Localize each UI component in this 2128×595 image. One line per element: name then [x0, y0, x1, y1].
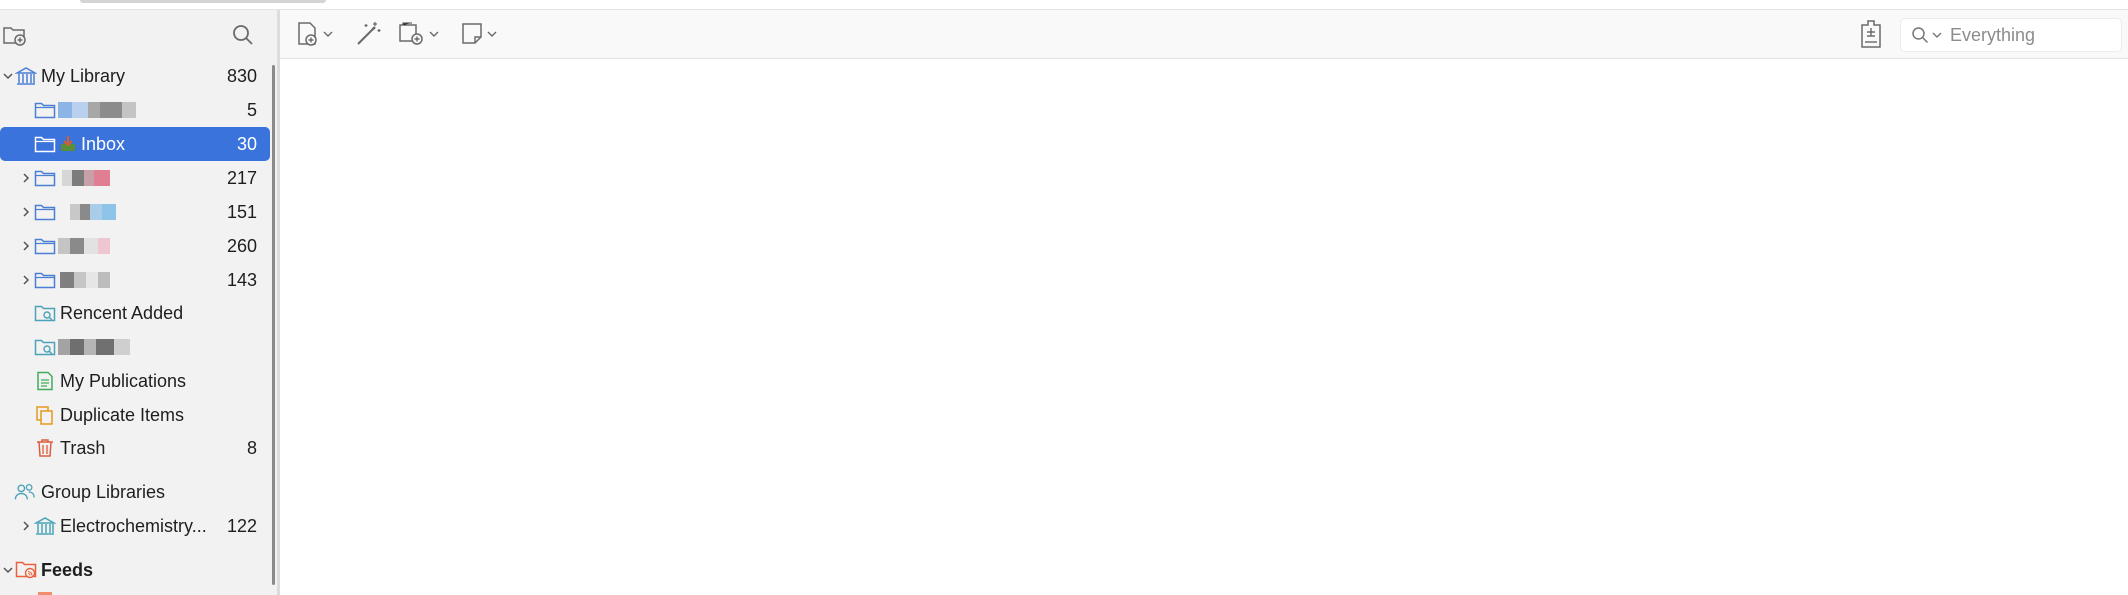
duplicate-items-label: Duplicate Items — [60, 404, 185, 425]
saved-search-item[interactable] — [0, 330, 270, 364]
sync-button[interactable] — [1858, 18, 1884, 50]
group-library-label: Electrochemistry... — [60, 515, 207, 536]
chevron-right-icon[interactable] — [19, 519, 33, 533]
group-library-item[interactable]: Electrochemistry... 122 — [0, 509, 270, 543]
folder-icon — [34, 235, 56, 257]
magic-wand-icon — [357, 22, 381, 45]
duplicate-icon — [34, 404, 56, 426]
collections-pane: My Library 830 5 Inbox 30 217 151 260 14… — [0, 10, 277, 595]
collection-label-redacted — [70, 204, 116, 220]
collection-item[interactable]: 151 — [0, 195, 270, 229]
collection-count: 5 — [246, 99, 257, 120]
collection-label-redacted — [60, 272, 114, 288]
chevron-down-icon — [323, 31, 333, 37]
chevron-right-icon[interactable] — [19, 171, 33, 185]
sync-icon — [1861, 20, 1881, 48]
folder-icon — [34, 167, 56, 189]
search-field[interactable]: Everything — [1900, 18, 2122, 52]
chevron-right-icon[interactable] — [19, 205, 33, 219]
publications-icon — [34, 370, 56, 392]
collection-item[interactable]: 260 — [0, 229, 270, 263]
new-collection-button[interactable] — [0, 20, 30, 50]
folder-icon — [34, 133, 56, 155]
items-toolbar: Everything — [280, 10, 2128, 59]
collection-label: Inbox — [81, 133, 126, 154]
collection-item[interactable]: 5 — [0, 93, 270, 127]
collection-count: 217 — [226, 167, 257, 188]
group-icon — [14, 481, 36, 503]
library-row[interactable]: My Library 830 — [0, 59, 270, 93]
my-publications-label: My Publications — [60, 370, 187, 391]
chevron-right-icon[interactable] — [19, 273, 33, 287]
library-count: 830 — [226, 65, 257, 86]
new-attachment-button[interactable] — [398, 18, 439, 50]
collection-count: 30 — [236, 133, 257, 154]
new-note-button[interactable] — [460, 18, 497, 50]
chevron-down-icon[interactable] — [1, 563, 15, 577]
add-by-identifier-button[interactable] — [354, 18, 382, 50]
saved-search-label: Rencent Added — [60, 302, 184, 323]
collection-item[interactable]: 217 — [0, 161, 270, 195]
collection-label-redacted — [58, 238, 114, 254]
chevron-down-icon — [487, 31, 497, 37]
saved-search-item[interactable]: Rencent Added — [0, 296, 270, 330]
collection-item[interactable]: 143 — [0, 263, 270, 297]
items-pane — [280, 59, 2128, 595]
window-top-strip — [0, 0, 2128, 10]
search-mode-chevron-icon[interactable] — [1932, 31, 1942, 39]
chevron-right-icon[interactable] — [19, 239, 33, 253]
search-icon — [233, 25, 253, 45]
folder-icon — [34, 201, 56, 223]
group-library-count: 122 — [226, 515, 257, 536]
trash-icon — [34, 437, 56, 459]
collection-search-button[interactable] — [228, 20, 258, 50]
new-item-button[interactable] — [296, 18, 333, 50]
chevron-down-icon[interactable] — [1, 69, 15, 83]
duplicate-items-item[interactable]: Duplicate Items — [0, 398, 270, 432]
saved-search-label-redacted — [58, 339, 130, 355]
collection-label-redacted — [58, 102, 136, 118]
folder-icon — [34, 269, 56, 291]
search-icon — [1912, 27, 1929, 44]
trash-item[interactable]: Trash 8 — [0, 431, 270, 465]
inbox-emoji-icon — [58, 133, 78, 155]
trash-count: 8 — [246, 437, 257, 458]
collections-toolbar — [0, 10, 277, 58]
collection-count: 143 — [226, 269, 257, 290]
search-placeholder: Everything — [1950, 24, 2036, 45]
chevron-down-icon — [429, 31, 439, 37]
saved-search-icon — [34, 336, 56, 358]
new-collection-icon — [3, 27, 26, 46]
note-icon — [462, 23, 482, 44]
folder-icon — [34, 99, 56, 121]
library-label: My Library — [41, 65, 126, 86]
new-item-icon — [298, 22, 317, 46]
group-libraries-label: Group Libraries — [41, 481, 166, 502]
library-icon — [15, 65, 37, 87]
tab-edge — [80, 0, 326, 3]
my-publications-item[interactable]: My Publications — [0, 364, 270, 398]
sidebar-scrollbar[interactable] — [272, 65, 275, 585]
group-libraries-header: Group Libraries — [0, 475, 270, 509]
trash-label: Trash — [60, 437, 106, 458]
feeds-header[interactable]: Feeds — [0, 553, 270, 587]
feeds-label: Feeds — [41, 559, 94, 580]
collection-label-redacted — [62, 170, 110, 186]
collection-count: 151 — [226, 201, 257, 222]
library-icon — [34, 515, 56, 537]
collection-item-inbox[interactable]: Inbox 30 — [0, 127, 270, 161]
feeds-icon — [15, 559, 37, 581]
collection-count: 260 — [226, 235, 257, 256]
attachment-icon — [399, 22, 423, 45]
saved-search-icon — [34, 302, 56, 324]
